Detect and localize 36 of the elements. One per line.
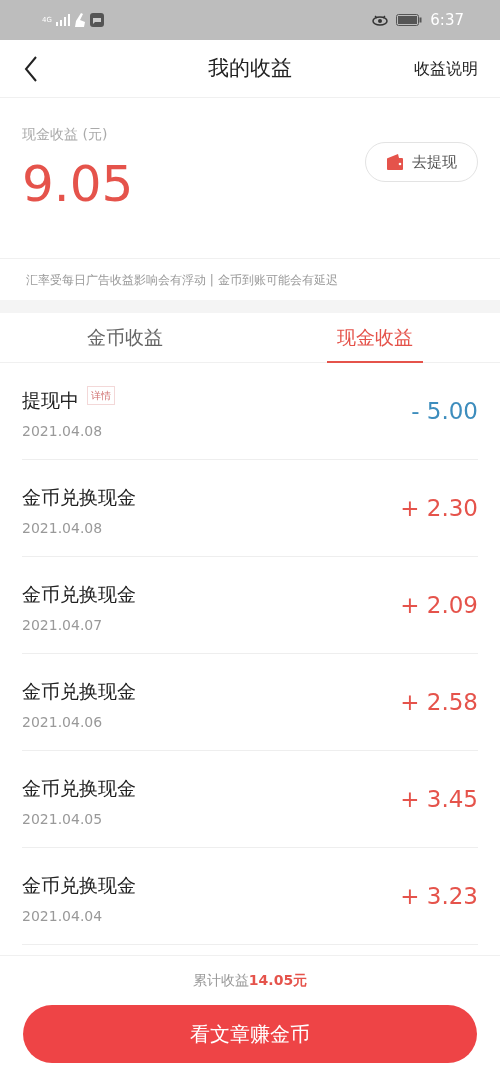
record-date: 2021.04.08: [22, 518, 104, 538]
app-icon: [89, 13, 104, 27]
balance-label: 现金收益 (元): [22, 125, 109, 144]
status-time: 6:37: [430, 9, 464, 31]
tab[interactable]: 现金收益: [250, 313, 500, 362]
tab[interactable]: 金币收益: [0, 313, 250, 362]
record-title: 金币兑换现金: [22, 485, 136, 510]
record-date: 2021.04.08: [22, 421, 104, 441]
balance-amount: 9.05: [22, 159, 134, 209]
record-amount: - 5.00: [411, 397, 478, 426]
help-link[interactable]: 收益说明: [414, 57, 478, 81]
wallet-icon: [386, 154, 404, 170]
back-icon[interactable]: [24, 56, 38, 82]
record-amount: + 2.30: [400, 494, 478, 523]
record-date: 2021.04.04: [22, 906, 104, 926]
battery-icon: [396, 14, 423, 26]
record-date: 2021.04.05: [22, 809, 104, 829]
record-amount: + 3.45: [400, 785, 478, 814]
record-title: 金币兑换现金: [22, 582, 136, 607]
signal-icon: [55, 14, 70, 26]
record-title: 金币兑换现金: [22, 679, 136, 704]
eye-icon: [372, 14, 389, 26]
record-amount: + 2.09: [400, 591, 478, 620]
record-date: 2021.04.06: [22, 712, 104, 732]
page-title: 我的收益: [208, 54, 292, 82]
record-amount: + 3.23: [400, 882, 478, 911]
withdraw-button[interactable]: 去提现: [365, 141, 478, 183]
record-title: 金币兑换现金: [22, 776, 136, 801]
record-date: 2021.04.07: [22, 615, 104, 635]
record-amount: + 2.58: [400, 688, 478, 717]
total-amount: 14.05元: [248, 972, 308, 988]
total-label: 累计收益: [192, 972, 249, 988]
record-title: 金币兑换现金: [22, 873, 136, 898]
earn-coins-button[interactable]: 看文章赚金币: [23, 1005, 477, 1063]
record-title: 提现中: [22, 388, 79, 413]
details-tag[interactable]: 详情: [87, 386, 115, 405]
